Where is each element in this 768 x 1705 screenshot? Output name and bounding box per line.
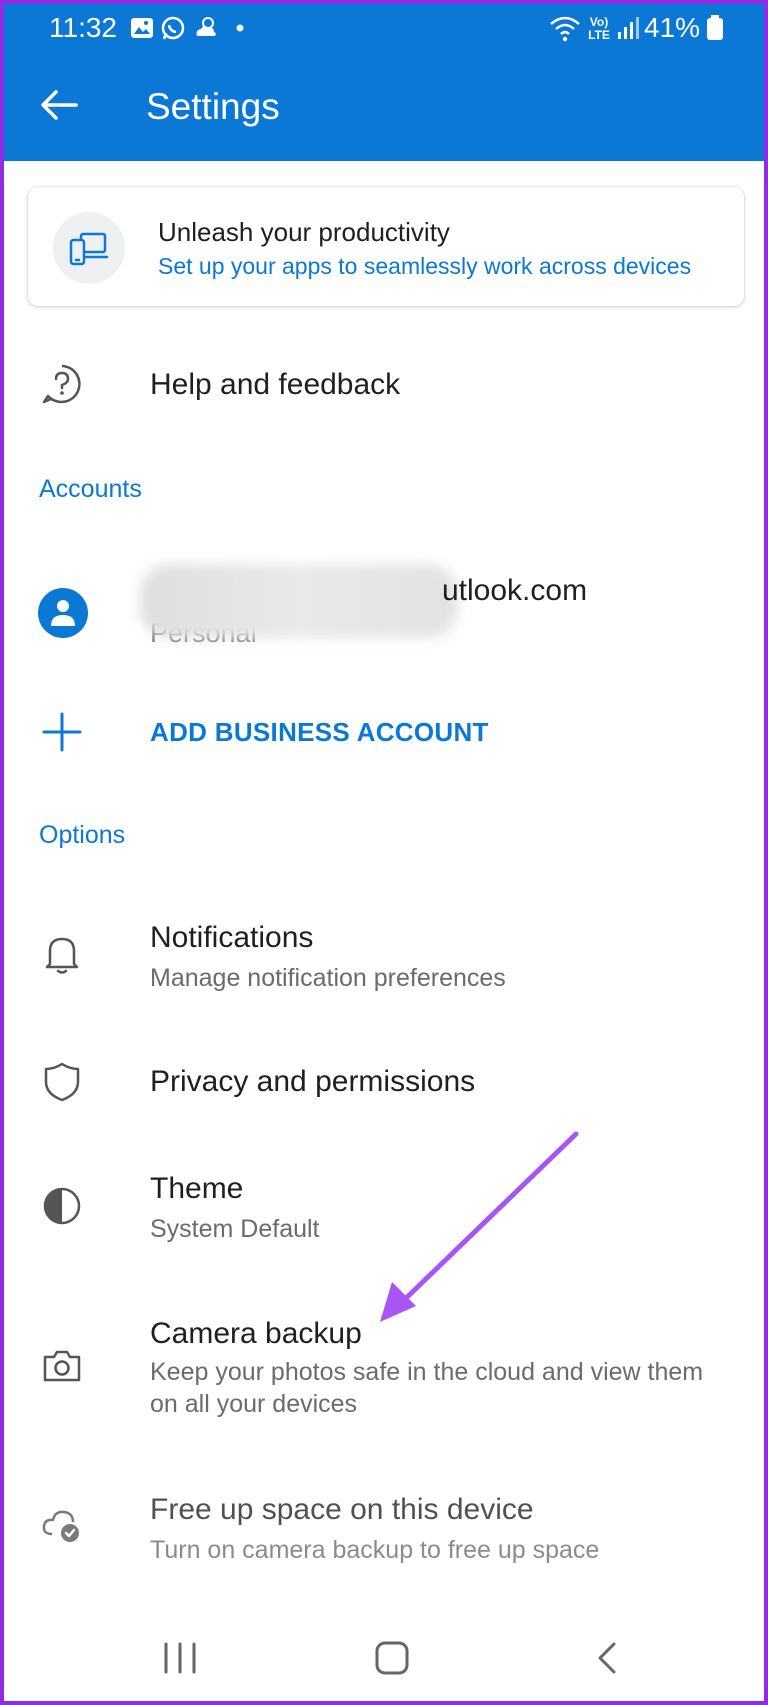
page-title: Settings [146, 86, 280, 127]
status-time: 11:32 [49, 12, 117, 43]
cloud-check-icon [42, 1510, 79, 1542]
battery-icon [707, 15, 723, 40]
notification-dot-icon [236, 24, 244, 32]
devices-icon [69, 232, 109, 266]
card-subtitle-link[interactable]: Set up your apps to seamlessly work acro… [158, 253, 691, 280]
theme-title: Theme [150, 1172, 244, 1205]
weather-icon [196, 17, 216, 36]
accounts-section-header: Accounts [39, 475, 142, 503]
half-circle-icon [43, 1187, 81, 1225]
screenshot-frame: 11:32 Vo) LTE 41% Settings Unleash your … [0, 0, 768, 1705]
battery-percent: 41% [644, 12, 701, 43]
productivity-card[interactable]: Unleash your productivity Set up your ap… [28, 187, 744, 306]
card-title: Unleash your productivity [158, 217, 450, 247]
plus-icon [42, 712, 82, 752]
signal-icon [618, 17, 639, 39]
camera-backup-title: Camera backup [150, 1317, 362, 1350]
help-question-icon [42, 364, 81, 404]
add-business-account-label: ADD BUSINESS ACCOUNT [150, 717, 489, 747]
theme-subtitle: System Default [150, 1215, 320, 1243]
system-nav-bar [4, 1604, 764, 1701]
privacy-permissions-title: Privacy and permissions [150, 1065, 476, 1098]
notifications-title: Notifications [150, 921, 314, 954]
whatsapp-icon [161, 16, 185, 40]
devices-icon-container [53, 212, 125, 284]
back-nav-icon[interactable] [588, 1638, 628, 1678]
camera-icon [43, 1350, 81, 1382]
home-button-icon[interactable] [372, 1638, 412, 1678]
camera-backup-subtitle: Keep your photos safe in the cloud and v… [150, 1358, 704, 1418]
back-arrow-icon[interactable] [36, 82, 82, 128]
notifications-subtitle: Manage notification preferences [150, 964, 506, 992]
person-icon [51, 600, 75, 626]
status-bar: 11:32 Vo) LTE 41% [4, 4, 764, 56]
help-feedback-label: Help and feedback [150, 368, 401, 401]
shield-icon [44, 1062, 80, 1102]
redacted-email-blur [140, 564, 458, 638]
avatar [38, 588, 88, 638]
bell-icon [45, 937, 79, 974]
free-up-space-title: Free up space on this device [150, 1493, 534, 1526]
account-email-visible: utlook.com [442, 574, 588, 607]
free-up-space-subtitle: Turn on camera backup to free up space [150, 1536, 600, 1564]
options-section-header: Options [39, 821, 126, 849]
recent-apps-icon[interactable] [160, 1638, 200, 1678]
gallery-icon [131, 18, 153, 38]
app-bar: 11:32 Vo) LTE 41% Settings [4, 4, 764, 161]
volte-indicator: Vo) LTE [588, 15, 610, 42]
wifi-icon [550, 16, 580, 42]
